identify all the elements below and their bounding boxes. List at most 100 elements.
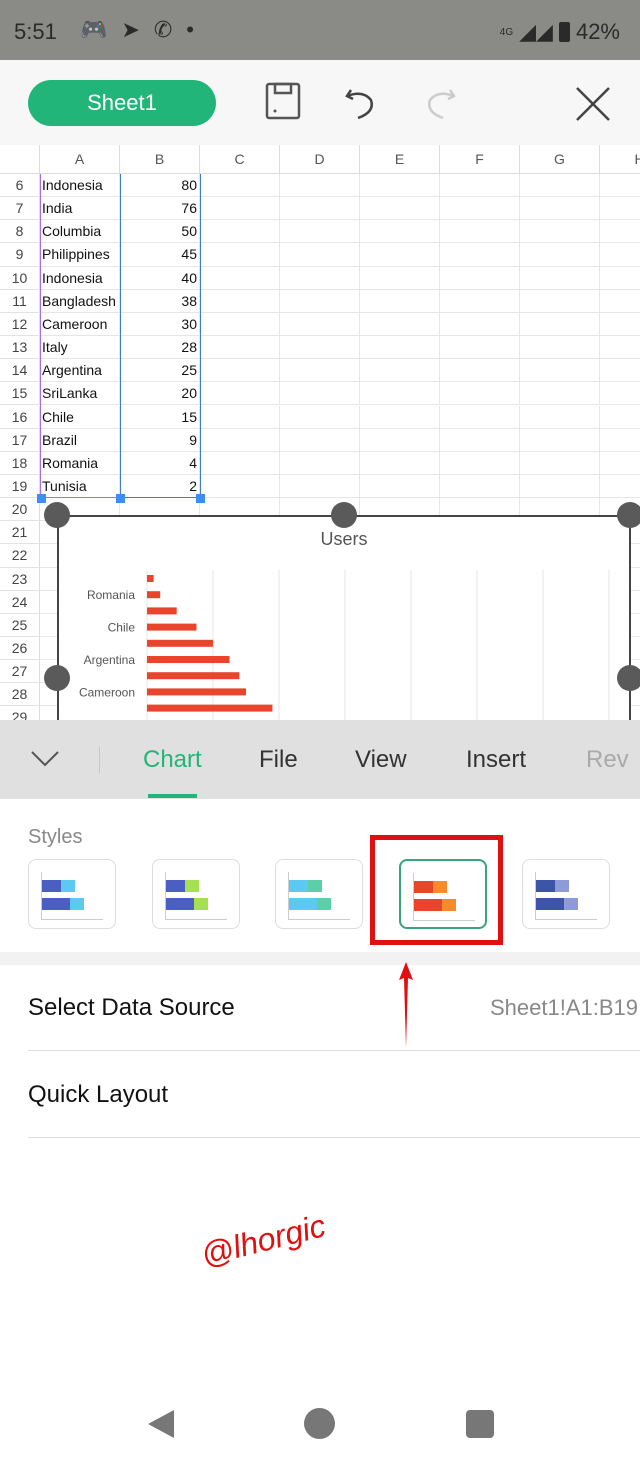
chart[interactable]: Users Romania Chile Argentina Cameroon [57,515,631,720]
cell[interactable] [200,405,280,429]
cell[interactable] [520,451,600,475]
cell[interactable] [600,336,640,360]
cell[interactable] [520,197,600,221]
chart-resize-handle[interactable] [617,665,640,691]
row-header[interactable]: 8 [0,220,40,244]
cell[interactable] [520,220,600,244]
tab-chart[interactable]: Chart [143,746,202,774]
column-header-D[interactable]: D [280,145,360,174]
selection-handle[interactable] [116,494,125,504]
row-header[interactable]: 7 [0,197,40,221]
cell[interactable] [520,382,600,406]
row-header[interactable]: 28 [0,683,40,707]
cell[interactable] [200,382,280,406]
chart-resize-handle[interactable] [44,502,70,528]
cell[interactable] [360,174,440,198]
cell[interactable] [600,267,640,290]
cell[interactable] [360,243,440,267]
cell[interactable] [280,312,360,337]
sheet-name-button[interactable]: Sheet1 [28,80,216,126]
cell[interactable] [520,428,600,452]
redo-icon[interactable] [422,82,458,120]
cell[interactable] [440,382,520,406]
cell[interactable] [280,428,360,452]
cell[interactable] [520,174,600,198]
cell[interactable] [360,220,440,244]
chart-style-3[interactable] [275,859,363,929]
cell[interactable] [200,312,280,337]
cell[interactable] [440,451,520,475]
cell[interactable] [600,382,640,406]
cell[interactable] [280,266,360,290]
column-header-H[interactable]: H [600,145,640,174]
cell[interactable] [520,243,600,267]
cell[interactable] [200,197,280,221]
cell[interactable] [280,405,360,429]
home-icon[interactable] [304,1408,335,1439]
chart-resize-handle[interactable] [44,665,70,691]
chart-resize-handle[interactable] [331,502,357,528]
row-header[interactable]: 11 [0,289,40,313]
cell[interactable] [280,474,360,499]
cell[interactable] [280,336,360,360]
row-header[interactable]: 10 [0,266,40,290]
row-header[interactable]: 9 [0,243,40,267]
selection-handle[interactable] [37,494,46,504]
cell[interactable] [200,428,280,452]
close-icon[interactable] [575,86,611,122]
cell[interactable] [520,336,600,360]
chart-style-1[interactable] [28,859,116,929]
chart-style-2[interactable] [152,859,240,929]
row-header[interactable]: 15 [0,382,40,406]
tab-view[interactable]: View [355,746,407,774]
cell[interactable] [600,174,640,198]
cell[interactable] [200,220,280,244]
cell[interactable] [360,266,440,290]
cell[interactable] [440,289,520,313]
row-header[interactable]: 22 [0,544,40,568]
corner-header[interactable] [0,145,40,174]
cell[interactable] [280,382,360,406]
cell[interactable] [520,289,600,313]
tab-file[interactable]: File [259,746,298,774]
row-header[interactable]: 20 [0,498,40,522]
cell[interactable] [360,336,440,360]
cell[interactable] [600,452,640,475]
cell[interactable] [440,174,520,198]
cell[interactable] [200,289,280,313]
cell[interactable] [360,428,440,452]
spreadsheet-grid[interactable]: A B C D E F G H 6 Indonesia 80 7 India 76 8 Columbia 50 9… [0,145,640,720]
cell[interactable] [360,359,440,383]
row-header[interactable]: 19 [0,474,40,499]
cell[interactable] [600,475,640,499]
row-header[interactable]: 24 [0,590,40,614]
cell[interactable] [360,451,440,475]
save-icon[interactable] [265,82,301,120]
cell[interactable] [280,451,360,475]
column-header-B[interactable]: B [120,145,200,174]
row-header[interactable]: 18 [0,451,40,475]
cell[interactable] [440,266,520,290]
cell[interactable] [520,312,600,337]
cell[interactable] [440,312,520,337]
column-header-F[interactable]: F [440,145,520,174]
cell[interactable] [360,289,440,313]
row-header[interactable]: 21 [0,521,40,545]
cell[interactable] [520,405,600,429]
row-header[interactable]: 23 [0,567,40,591]
cell[interactable] [600,406,640,429]
row-header[interactable]: 6 [0,174,40,198]
cell[interactable] [440,220,520,244]
cell[interactable] [520,266,600,290]
cell[interactable] [200,336,280,360]
recents-icon[interactable] [466,1410,494,1438]
cell[interactable] [280,220,360,244]
cell[interactable] [600,313,640,337]
tab-insert[interactable]: Insert [466,746,526,774]
row-header[interactable]: 27 [0,660,40,684]
cell[interactable] [600,359,640,383]
cell[interactable] [280,174,360,198]
cell[interactable] [440,428,520,452]
chart-resize-handle[interactable] [617,502,640,528]
cell[interactable] [200,359,280,383]
